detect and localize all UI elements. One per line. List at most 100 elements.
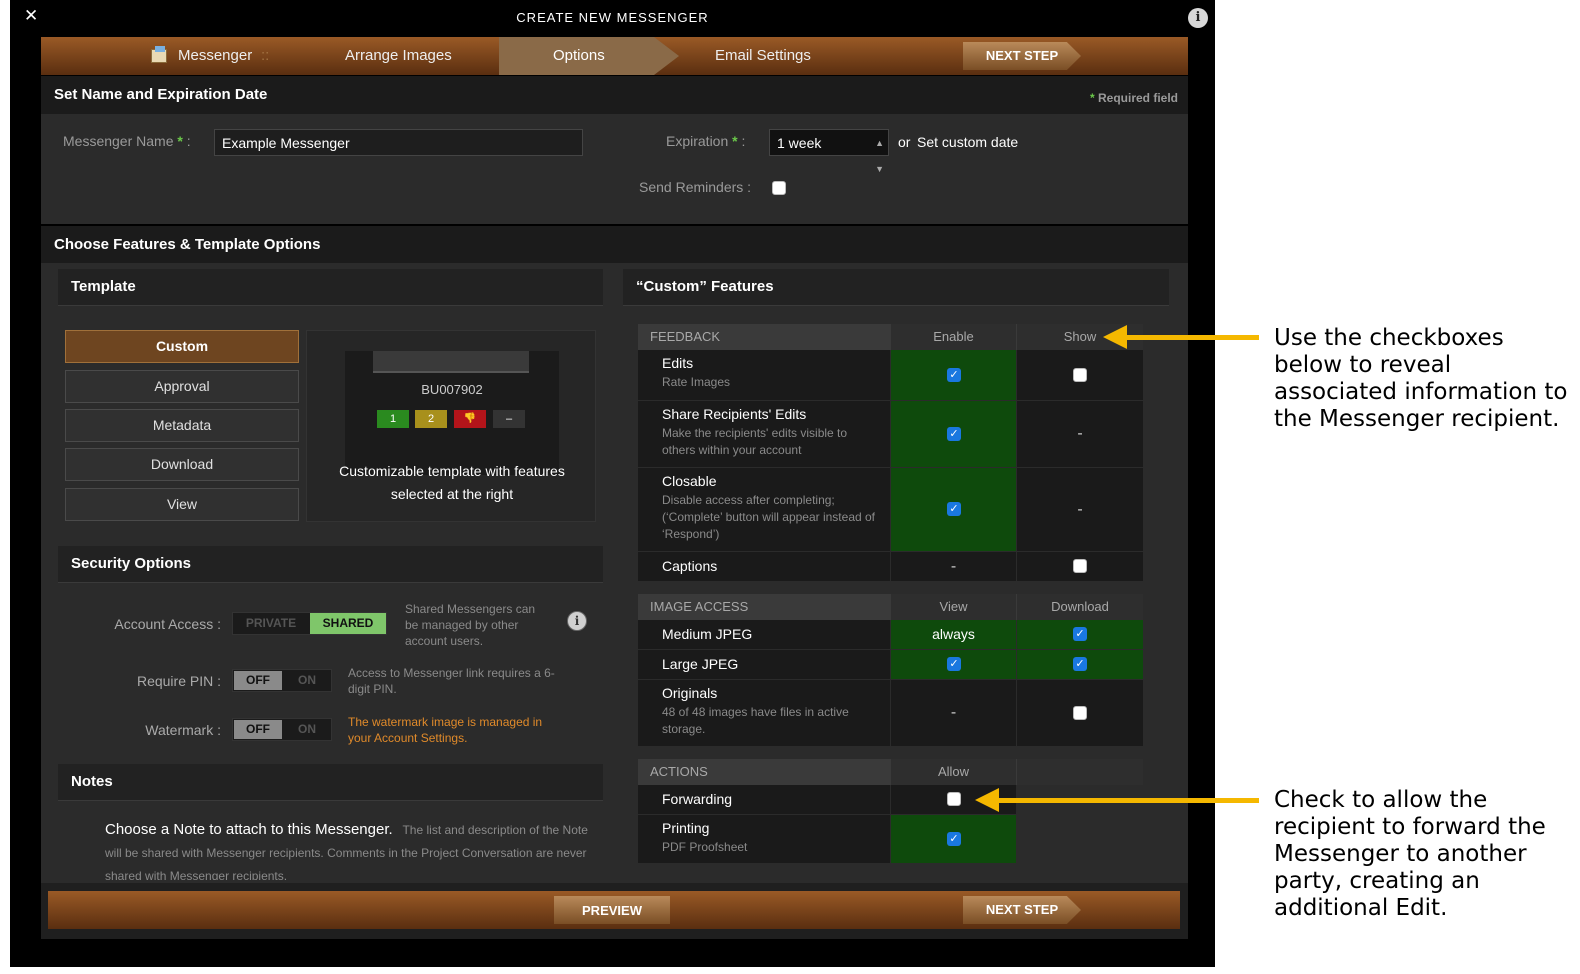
step-arrange-images[interactable]: Arrange Images — [345, 37, 452, 75]
info-icon[interactable]: i — [1188, 8, 1208, 28]
large-jpeg-view-checkbox[interactable]: ✓ — [947, 657, 961, 671]
step-drag-handle: :: — [261, 47, 270, 64]
expiration-select[interactable]: 1 week ▲ ▼ — [769, 129, 889, 174]
empty-column-header — [1017, 759, 1143, 785]
large-jpeg-row: Large JPEG ✓ ✓ — [638, 650, 1143, 679]
window-title: CREATE NEW MESSENGER — [516, 10, 709, 25]
messenger-name-label: Messenger Name * : — [63, 133, 191, 149]
notes-lead[interactable]: Choose a Note to attach to this Messenge… — [105, 821, 393, 838]
annotation-top: Use the checkboxes below to reveal assoc… — [1274, 325, 1568, 432]
edits-row: Edits Rate Images ✓ — [638, 350, 1143, 400]
name-section: Set Name and Expiration Date * Required … — [41, 76, 1188, 224]
edits-label: Edits Rate Images — [638, 350, 890, 400]
allow-column-header: Allow — [891, 759, 1016, 785]
large-jpeg-label: Large JPEG — [638, 650, 890, 679]
captions-row: Captions - — [638, 552, 1143, 581]
messenger-name-input[interactable]: Example Messenger — [214, 129, 583, 156]
preview-button[interactable]: PREVIEW — [554, 896, 670, 924]
watermark-off-option[interactable]: OFF — [234, 720, 282, 739]
template-description: Customizable template with features sele… — [339, 463, 565, 502]
watermark-on-option[interactable]: ON — [283, 719, 331, 740]
edits-show-checkbox[interactable] — [1073, 368, 1087, 382]
or-text: or — [898, 134, 911, 150]
step-options[interactable]: Options — [553, 37, 605, 75]
medium-jpeg-download-checkbox[interactable]: ✓ — [1073, 627, 1087, 641]
notes-text: Choose a Note to attach to this Messenge… — [105, 818, 595, 880]
features-section-title: Choose Features & Template Options — [41, 226, 1188, 263]
printing-row: Printing PDF Proofsheet ✓ — [638, 815, 1143, 863]
private-option[interactable]: PRIVATE — [233, 613, 309, 634]
account-access-label: Account Access : — [114, 616, 221, 632]
originals-download-checkbox[interactable] — [1073, 706, 1087, 720]
captions-show-checkbox[interactable] — [1073, 559, 1087, 573]
account-access-hint: Shared Messengers can be managed by othe… — [405, 602, 536, 648]
required-note: * Required field — [1089, 91, 1178, 105]
send-reminders-checkbox[interactable] — [772, 181, 786, 195]
create-messenger-modal: ✕ CREATE NEW MESSENGER i Messenger :: Ar… — [10, 0, 1215, 967]
template-view[interactable]: View — [65, 488, 299, 521]
account-access-toggle[interactable]: PRIVATE SHARED — [232, 612, 387, 635]
large-jpeg-download-checkbox[interactable]: ✓ — [1073, 657, 1087, 671]
set-custom-date-link[interactable]: Set custom date — [917, 134, 1018, 150]
custom-features-title: “Custom” Features — [623, 269, 1169, 306]
template-title: Template — [58, 269, 603, 306]
security-title: Security Options — [58, 546, 603, 583]
watermark-toggle[interactable]: OFF ON — [232, 718, 332, 741]
template-metadata[interactable]: Metadata — [65, 409, 299, 442]
template-approval[interactable]: Approval — [65, 370, 299, 403]
originals-row: Originals 48 of 48 images have files in … — [638, 680, 1143, 746]
forwarding-allow-checkbox[interactable] — [947, 792, 961, 806]
closable-enable-checkbox[interactable]: ✓ — [947, 502, 961, 516]
send-reminders-label: Send Reminders : — [639, 179, 752, 195]
share-edits-show-na: - — [1017, 401, 1143, 467]
arrow-line-top — [1125, 335, 1259, 340]
template-custom[interactable]: Custom — [65, 330, 299, 363]
closable-row: Closable Disable access after completing… — [638, 468, 1143, 551]
printing-allow-checkbox[interactable]: ✓ — [947, 832, 961, 846]
require-pin-hint: Access to Messenger link requires a 6-di… — [348, 666, 555, 696]
annotation-bottom: Check to allow the recipient to forward … — [1274, 787, 1546, 921]
next-step-button-top[interactable]: NEXT STEP — [963, 42, 1081, 70]
notes-title: Notes — [58, 764, 603, 801]
closable-show-na: - — [1017, 468, 1143, 551]
arrow-line-bottom — [997, 798, 1259, 803]
rating-1-button: 1 — [377, 410, 409, 428]
share-edits-enable-checkbox[interactable]: ✓ — [947, 427, 961, 441]
preview-image-id: BU007902 — [421, 382, 483, 397]
enable-column-header: Enable — [891, 324, 1016, 350]
rating-2-button: 2 — [415, 410, 447, 428]
printing-label: Printing PDF Proofsheet — [638, 815, 890, 863]
require-pin-label: Require PIN : — [136, 673, 221, 689]
forwarding-label: Forwarding — [638, 785, 890, 814]
preview-thumbnail — [373, 351, 529, 373]
watermark-label: Watermark : — [145, 722, 221, 738]
require-pin-toggle[interactable]: OFF ON — [232, 669, 332, 692]
captions-enable-na: - — [891, 552, 1016, 581]
clear-rating-button: – — [493, 410, 525, 428]
share-edits-row: Share Recipients' Edits Make the recipie… — [638, 401, 1143, 467]
medium-jpeg-view-always: always — [891, 620, 1016, 649]
template-download[interactable]: Download — [65, 448, 299, 481]
actions-header: ACTIONS — [650, 764, 708, 779]
next-step-button-bottom[interactable]: NEXT STEP — [963, 896, 1081, 924]
originals-view-na: - — [891, 680, 1016, 746]
footer-bar: PREVIEW NEXT STEP — [48, 891, 1180, 929]
captions-label: Captions — [638, 552, 890, 581]
template-preview: BU007902 1 2 👎 – Customizable template w… — [306, 330, 596, 522]
medium-jpeg-row: Medium JPEG always ✓ — [638, 620, 1143, 649]
step-messenger[interactable]: Messenger — [178, 37, 252, 75]
medium-jpeg-label: Medium JPEG — [638, 620, 890, 649]
pin-off-option[interactable]: OFF — [234, 671, 282, 690]
stepper-icon: ▲ ▼ — [875, 138, 884, 174]
pin-on-option[interactable]: ON — [283, 670, 331, 691]
image-access-header: IMAGE ACCESS — [650, 599, 749, 614]
image-access-header-row: IMAGE ACCESS View Download — [638, 594, 1143, 620]
expiration-label: Expiration * : — [666, 133, 746, 149]
step-email-settings[interactable]: Email Settings — [715, 37, 811, 75]
watermark-hint-link[interactable]: The watermark image is managed in your A… — [348, 714, 563, 746]
info-icon[interactable]: i — [567, 611, 587, 631]
shared-option[interactable]: SHARED — [310, 613, 386, 634]
originals-label: Originals 48 of 48 images have files in … — [638, 680, 890, 746]
edits-enable-checkbox[interactable]: ✓ — [947, 368, 961, 382]
feedback-header: FEEDBACK — [650, 329, 721, 344]
